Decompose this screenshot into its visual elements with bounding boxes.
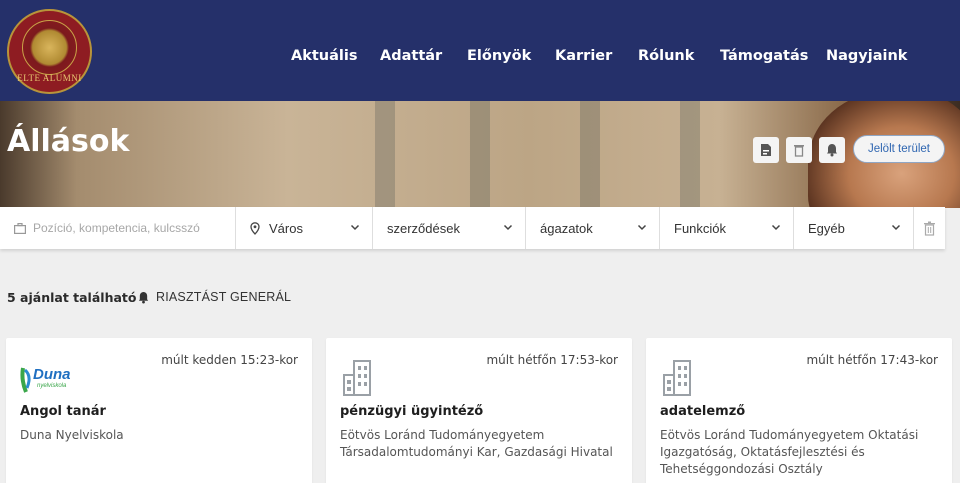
job-title[interactable]: adatelemző: [660, 404, 745, 419]
contracts-label: szerződések: [387, 220, 460, 236]
chevron-down-icon: [637, 224, 647, 231]
other-label: Egyéb: [808, 220, 845, 236]
generate-alert-label: RIASZTÁST GENERÁL: [156, 290, 292, 304]
employer-name: Eötvös Loránd Tudományegyetem Társadalom…: [340, 428, 613, 459]
logo-text: ELTE ALUMNI: [17, 73, 82, 83]
contracts-dropdown[interactable]: szerződések: [373, 207, 526, 249]
trash-icon: [794, 145, 804, 157]
sectors-label: ágazatok: [540, 220, 593, 236]
other-dropdown[interactable]: Egyéb: [794, 207, 914, 249]
nav-item-tamogatas[interactable]: Támogatás: [720, 48, 808, 64]
chevron-down-icon: [350, 224, 360, 231]
building-icon: [660, 358, 700, 403]
logo-text: Duna: [33, 366, 71, 383]
bell-icon: [827, 144, 837, 157]
building-icon: [340, 358, 380, 403]
elte-alumni-logo[interactable]: ELTE ALUMNI: [7, 9, 92, 94]
results-count: 5 ajánlat található: [7, 290, 137, 305]
export-pdf-button[interactable]: [753, 137, 779, 163]
search-field[interactable]: Pozíció, kompetencia, kulcsszó: [0, 207, 236, 249]
city-label: Város: [269, 220, 303, 236]
job-title[interactable]: pénzügyi ügyintéző: [340, 404, 483, 419]
nav-item-adattar[interactable]: Adattár: [380, 48, 442, 64]
functions-dropdown[interactable]: Funkciók: [660, 207, 794, 249]
chevron-down-icon: [891, 224, 901, 231]
nav-item-rolunk[interactable]: Rólunk: [638, 48, 694, 64]
nav-item-nagyjaink[interactable]: Nagyjaink: [826, 48, 907, 64]
briefcase-icon: [14, 222, 26, 234]
nav-item-karrier[interactable]: Karrier: [555, 48, 612, 64]
sectors-dropdown[interactable]: ágazatok: [526, 207, 660, 249]
hero-banner: Állások Jelölt terület: [0, 101, 960, 208]
clear-filters-button[interactable]: [914, 207, 945, 249]
alert-button[interactable]: [819, 137, 845, 163]
nav-item-elonyok[interactable]: Előnyök: [467, 48, 531, 64]
generate-alert-button[interactable]: RIASZTÁST GENERÁL: [138, 290, 291, 304]
job-title[interactable]: Angol tanár: [20, 404, 106, 419]
search-placeholder: Pozíció, kompetencia, kulcsszó: [33, 221, 200, 235]
company-logo-duna: Duna nyelviskola: [20, 364, 72, 401]
background-column: [680, 101, 700, 208]
posted-time: múlt kedden 15:23-kor: [161, 353, 298, 367]
delete-button[interactable]: [786, 137, 812, 163]
background-column: [580, 101, 600, 208]
posted-time: múlt hétfőn 17:53-kor: [486, 353, 618, 367]
nav-item-aktualis[interactable]: Aktuális: [291, 48, 357, 64]
bell-icon: [138, 291, 149, 303]
job-card[interactable]: Duna nyelviskola múlt kedden 15:23-kor A…: [6, 338, 312, 483]
job-card[interactable]: múlt hétfőn 17:43-kor adatelemző Eötvös …: [646, 338, 952, 483]
chevron-down-icon: [771, 224, 781, 231]
employer-name: Eötvös Loránd Tudományegyetem Oktatási I…: [660, 428, 919, 476]
location-pin-icon: [250, 221, 260, 235]
filter-bar: Pozíció, kompetencia, kulcsszó Város sze…: [0, 207, 945, 249]
logo-subtext: nyelviskola: [37, 383, 67, 389]
city-dropdown[interactable]: Város: [236, 207, 373, 249]
chevron-down-icon: [503, 224, 513, 231]
crest-icon: [22, 20, 77, 75]
job-card[interactable]: múlt hétfőn 17:53-kor pénzügyi ügyintéző…: [326, 338, 632, 483]
background-column: [375, 101, 395, 208]
top-navigation-bar: ELTE ALUMNI Aktuális Adattár Előnyök Kar…: [0, 0, 960, 101]
employer-name: Duna Nyelviskola: [20, 428, 124, 442]
functions-label: Funkciók: [674, 220, 727, 236]
page-title: Állások: [7, 124, 130, 159]
background-column: [470, 101, 490, 208]
posted-time: múlt hétfőn 17:43-kor: [806, 353, 938, 367]
pdf-file-icon: [761, 144, 771, 156]
marked-area-button[interactable]: Jelölt terület: [853, 135, 945, 163]
trash-icon: [924, 221, 935, 236]
